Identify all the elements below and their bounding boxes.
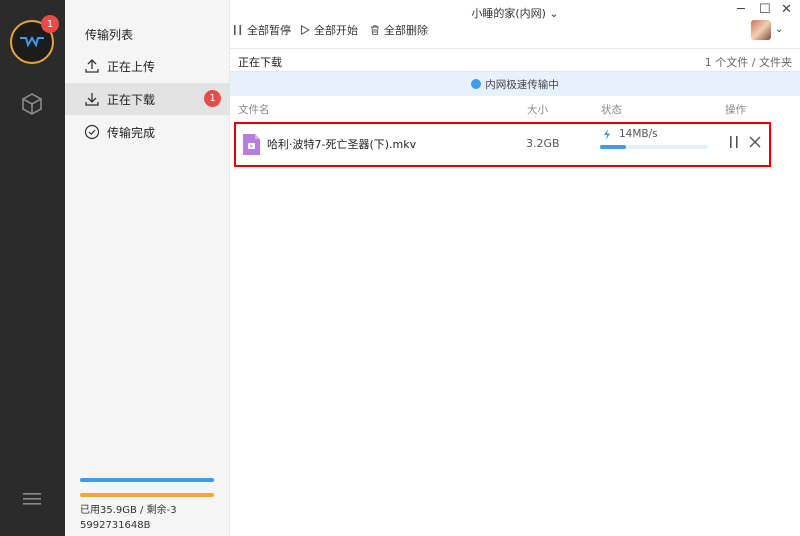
storage-bar-remaining xyxy=(80,493,214,497)
transfer-speed: 14MB/s xyxy=(603,128,658,140)
start-all-label: 全部开始 xyxy=(314,24,358,37)
pause-icon xyxy=(234,25,242,35)
delete-all-button[interactable]: 全部删除 xyxy=(370,23,428,37)
banner-text: 内网极速传输中 xyxy=(485,78,559,91)
logo-icon xyxy=(20,35,44,48)
sidebar: 传输列表 正在上传 正在下载 1 传输完成 已用35.9GB / 剩余-3599… xyxy=(65,0,230,536)
sidebar-item-completed[interactable]: 传输完成 xyxy=(65,116,230,148)
title-bar: 小睡的家(内网) ⌄ 全部暂停 全部开始 全部删除 ─ ☐ ✕ ⌄ xyxy=(230,0,800,48)
pause-all-button[interactable]: 全部暂停 xyxy=(233,23,291,37)
column-action: 操作 xyxy=(725,104,746,116)
main-panel: 正在下载 1 个文件 / 文件夹 内网极速传输中 文件名 大小 状态 操作 哈利… xyxy=(230,48,800,536)
play-icon xyxy=(301,25,310,35)
video-file-icon xyxy=(243,134,260,155)
pause-icon[interactable] xyxy=(728,135,740,149)
avatar[interactable] xyxy=(751,20,771,40)
download-count-badge: 1 xyxy=(204,90,221,107)
upload-icon xyxy=(85,59,99,73)
check-circle-icon xyxy=(84,124,100,140)
cube-icon[interactable] xyxy=(20,92,44,116)
storage-text: 已用35.9GB / 剩余-35992731648B xyxy=(80,505,177,531)
sidebar-item-uploading[interactable]: 正在上传 xyxy=(65,50,230,82)
close-icon[interactable] xyxy=(748,135,762,149)
speed-value: 14MB/s xyxy=(619,128,658,140)
left-rail: 1 xyxy=(0,0,65,536)
table-row[interactable]: 哈利·波特7-死亡圣器(下).mkv 3.2GB 14MB/s xyxy=(234,122,771,167)
progress-fill xyxy=(600,145,626,149)
delete-all-label: 全部删除 xyxy=(384,24,428,37)
lightning-icon xyxy=(604,128,610,140)
file-count: 1 个文件 / 文件夹 xyxy=(704,56,792,69)
lan-speed-icon xyxy=(471,79,482,89)
close-window-button[interactable]: ✕ xyxy=(781,2,792,17)
minimize-button[interactable]: ─ xyxy=(737,2,745,17)
start-all-button[interactable]: 全部开始 xyxy=(300,23,358,37)
sidebar-item-label: 传输完成 xyxy=(107,125,156,140)
menu-icon[interactable] xyxy=(22,491,42,507)
pause-all-label: 全部暂停 xyxy=(247,24,291,37)
download-icon xyxy=(85,93,99,106)
column-size: 大小 xyxy=(527,104,548,116)
file-name: 哈利·波特7-死亡圣器(下).mkv xyxy=(267,138,417,151)
chevron-down-icon[interactable]: ⌄ xyxy=(775,24,783,35)
lan-transfer-banner: 内网极速传输中 xyxy=(230,72,800,96)
sidebar-item-label: 正在下载 xyxy=(107,92,156,107)
section-header: 正在下载 1 个文件 / 文件夹 xyxy=(230,48,800,72)
sidebar-item-downloading[interactable]: 正在下载 1 xyxy=(65,83,230,115)
sidebar-title: 传输列表 xyxy=(85,28,134,42)
storage-bar-used xyxy=(80,478,214,482)
notification-badge: 1 xyxy=(41,15,59,33)
file-size: 3.2GB xyxy=(526,137,560,150)
progress-bar xyxy=(600,145,708,149)
column-name: 文件名 xyxy=(238,104,270,116)
storage-info: 已用35.9GB / 剩余-35992731648B xyxy=(80,478,214,533)
column-status: 状态 xyxy=(601,104,622,116)
maximize-button[interactable]: ☐ xyxy=(759,2,771,17)
trash-icon xyxy=(371,25,379,35)
window-title[interactable]: 小睡的家(内网) ⌄ xyxy=(230,5,800,21)
table-header: 文件名 大小 状态 操作 xyxy=(230,98,800,120)
sidebar-item-label: 正在上传 xyxy=(107,59,156,74)
section-title: 正在下载 xyxy=(238,56,282,69)
